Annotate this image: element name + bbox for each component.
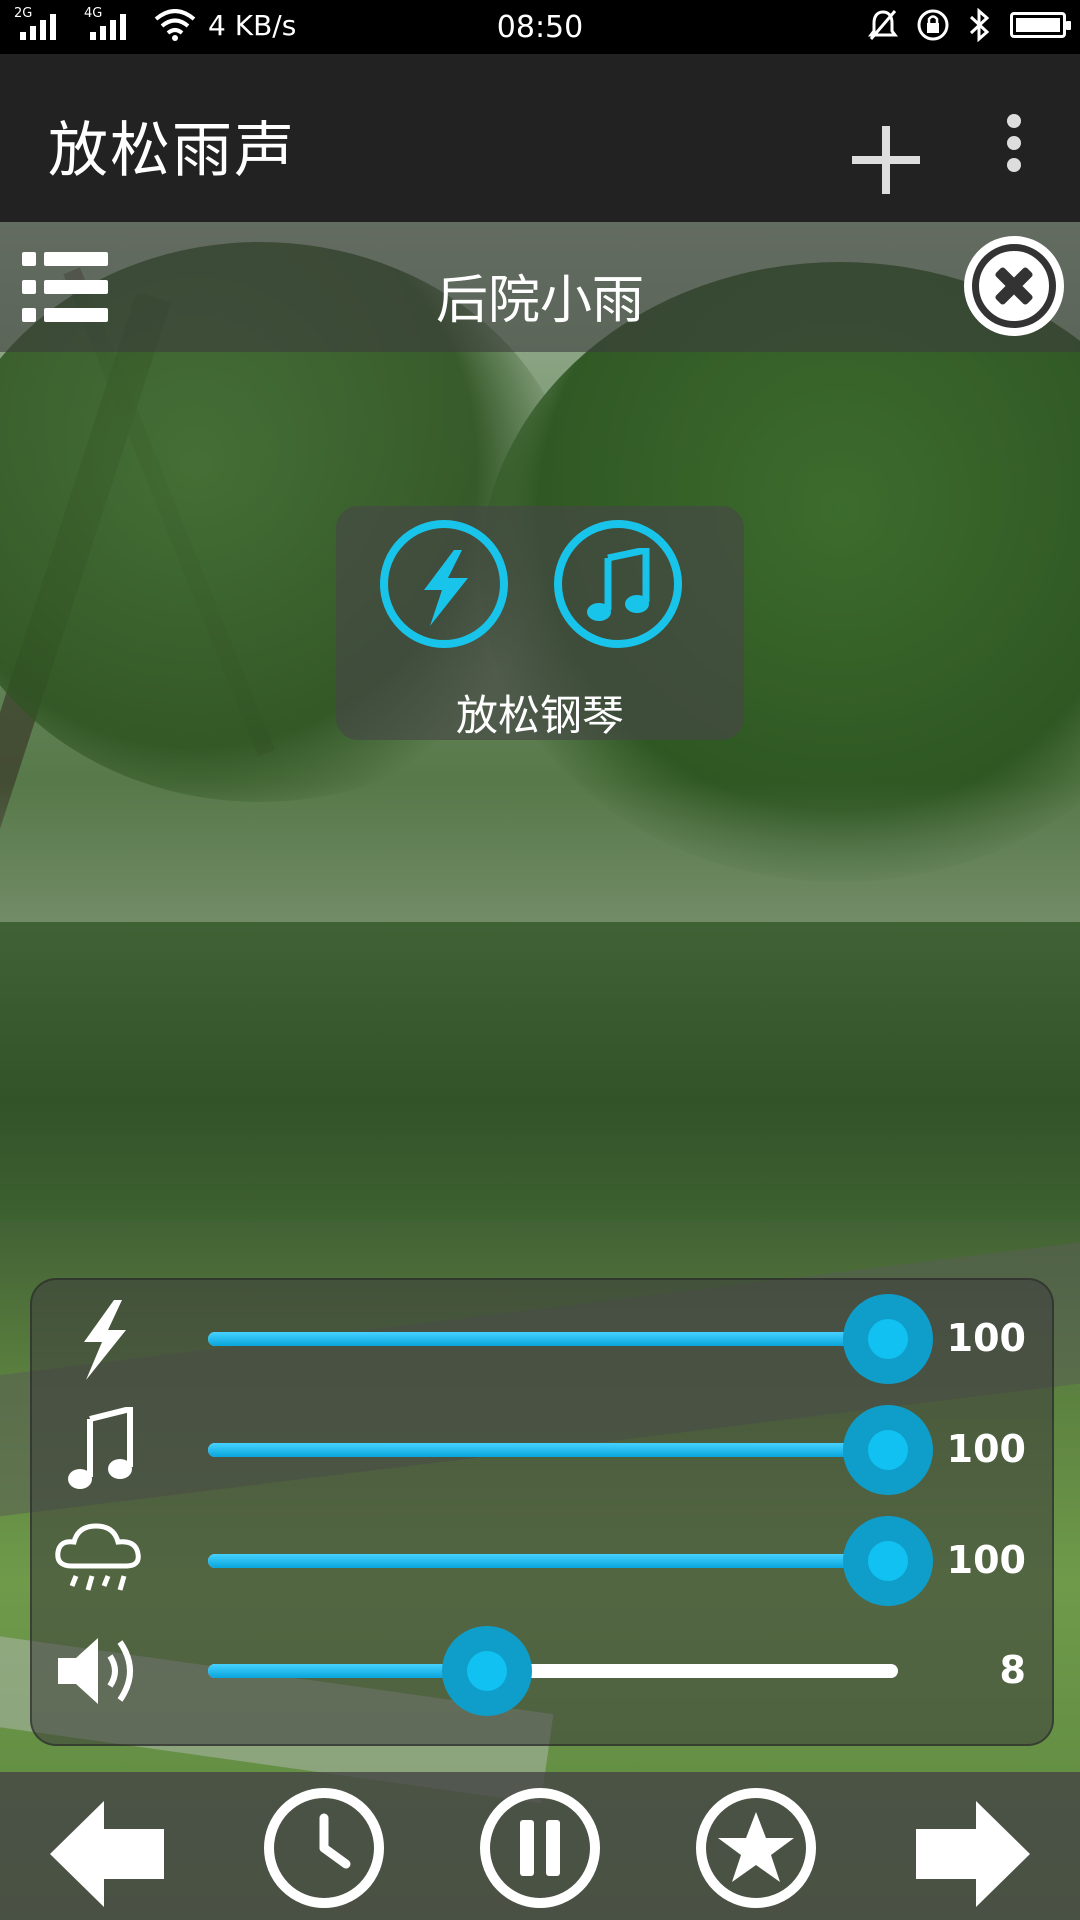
- lightning-button[interactable]: [380, 520, 508, 648]
- mix-label: 放松钢琴: [455, 691, 624, 740]
- pause-icon[interactable]: [480, 1788, 600, 1908]
- music-button[interactable]: [554, 520, 682, 648]
- app-title: 放松雨声: [48, 116, 296, 186]
- rain-volume-value: 100: [946, 1538, 1026, 1582]
- more-vert-icon[interactable]: [1004, 114, 1024, 174]
- music-note-icon: [68, 1407, 133, 1489]
- battery-icon: [1010, 12, 1071, 38]
- volume-icon: [58, 1638, 133, 1704]
- master-volume-value: 8: [999, 1648, 1026, 1692]
- slider-row-rain: 100: [32, 1506, 1052, 1616]
- music-volume-slider[interactable]: [208, 1405, 933, 1495]
- lightning-icon: [424, 550, 468, 626]
- previous-arrow-icon[interactable]: [48, 1794, 168, 1914]
- next-arrow-icon[interactable]: [912, 1794, 1032, 1914]
- slider-row-music: 100: [32, 1395, 1052, 1505]
- scene-title: 后院小雨: [435, 271, 644, 331]
- lock-rotation-icon: [917, 9, 949, 41]
- favorite-star-icon[interactable]: [696, 1788, 816, 1908]
- bluetooth-icon: [969, 8, 990, 42]
- lightning-volume-slider[interactable]: [208, 1294, 933, 1384]
- app-bar: 放松雨声: [0, 54, 1080, 222]
- music-volume-value: 100: [946, 1427, 1026, 1471]
- add-icon[interactable]: [852, 126, 920, 194]
- lightning-icon: [84, 1300, 126, 1380]
- bottom-toolbar: [0, 1772, 1080, 1920]
- close-icon[interactable]: [964, 236, 1064, 336]
- master-volume-slider[interactable]: [208, 1626, 898, 1716]
- timer-icon[interactable]: [264, 1788, 384, 1908]
- mute-icon: [868, 10, 898, 40]
- lightning-volume-value: 100: [946, 1316, 1026, 1360]
- slider-row-master: 8: [32, 1616, 1052, 1726]
- rain-cloud-icon: [55, 1523, 141, 1591]
- slider-row-lightning: 100: [32, 1284, 1052, 1394]
- music-note-icon: [587, 548, 650, 621]
- status-bar: 2G 4G 4 KB/s 08:50: [0, 0, 1080, 54]
- rain-volume-slider[interactable]: [208, 1516, 933, 1606]
- scene-header: 后院小雨: [0, 222, 1080, 352]
- mix-card: 放松钢琴: [336, 506, 744, 740]
- volume-mixer-panel: 100 100 100 8: [30, 1278, 1054, 1746]
